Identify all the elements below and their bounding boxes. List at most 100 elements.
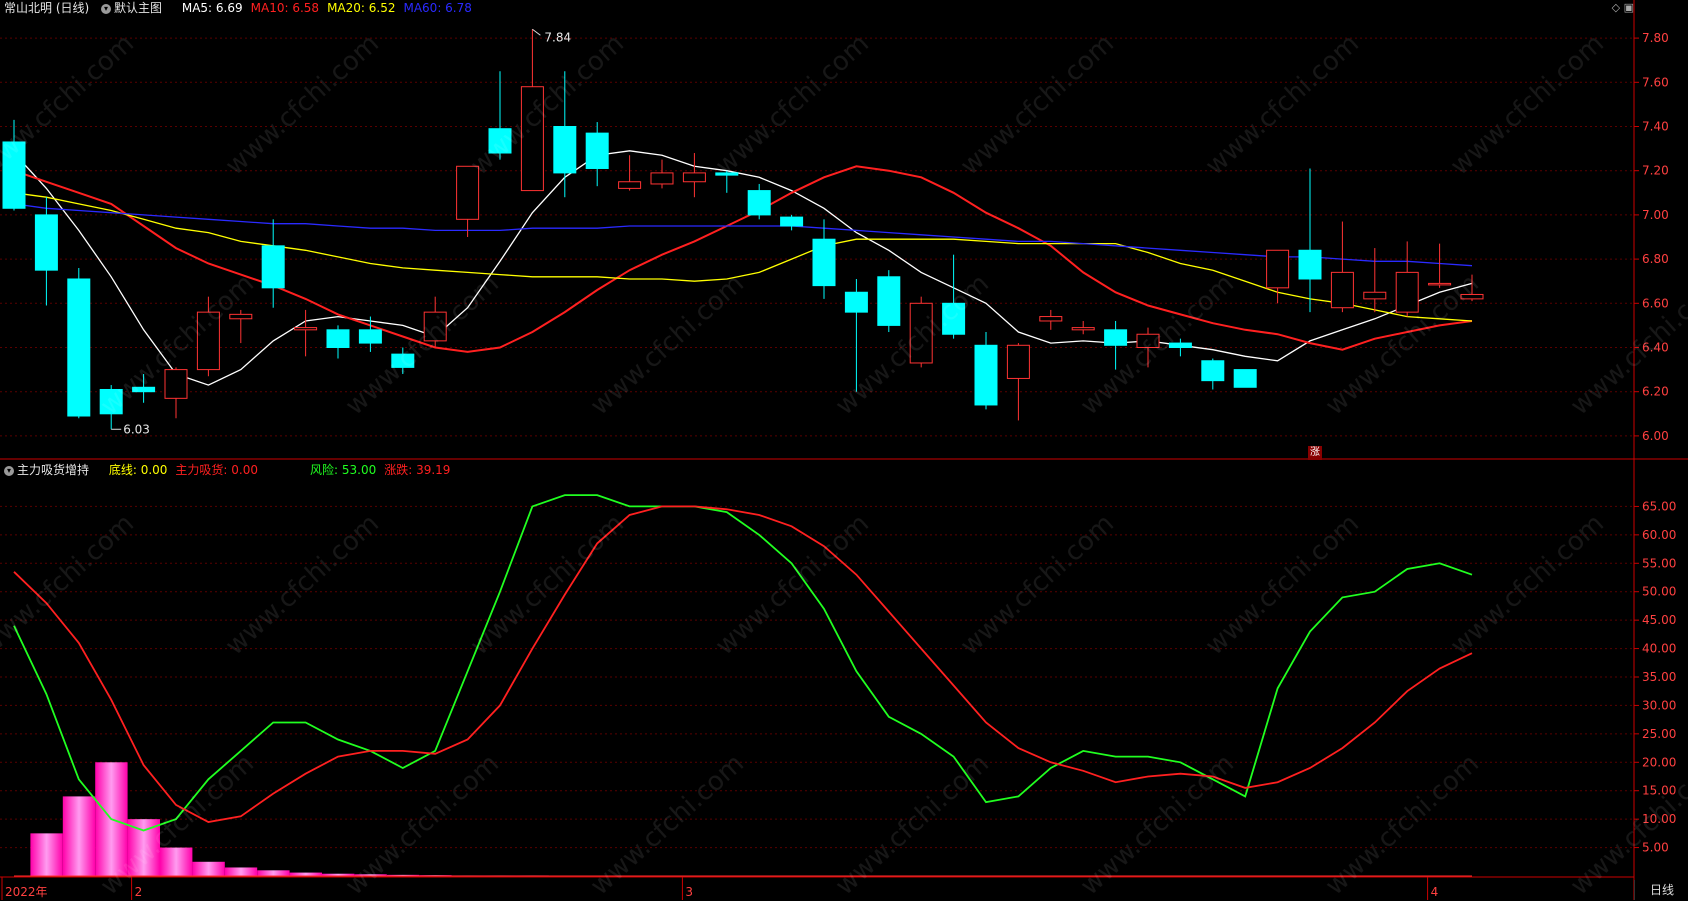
indicator-tick-label: 40.00	[1642, 642, 1676, 656]
candle	[877, 270, 901, 333]
low-price-label: 6.03	[123, 422, 150, 436]
candle-body	[488, 128, 512, 154]
indicator-axis: 5.00 10.00 15.00 20.00 25.00 30.00 35.00 40.00 4…	[1634, 499, 1676, 855]
accumulation-bar	[30, 833, 63, 876]
price-tick-label: 6.60	[1642, 296, 1669, 310]
candle	[261, 219, 285, 308]
candle	[1071, 320, 1095, 335]
candle-body	[909, 302, 933, 364]
candle-body	[358, 329, 382, 344]
candle	[1428, 243, 1452, 288]
price-tick-label: 7.40	[1642, 120, 1669, 134]
ma-legend-item: MA20: 6.52	[327, 1, 396, 15]
ma60-line	[13, 203, 1473, 267]
candle-body	[844, 291, 868, 313]
ma-legend-item: MA10: 6.58	[250, 1, 320, 15]
indicator-tick-label: 55.00	[1642, 556, 1676, 570]
candle-body	[1266, 249, 1290, 289]
accumulation-bar	[224, 867, 258, 876]
window-toggle-icon[interactable]: ▣	[1624, 1, 1634, 14]
price-tick-label: 7.00	[1642, 208, 1669, 222]
candle-body	[1395, 271, 1419, 313]
indicator-name: 主力吸货增持	[17, 463, 90, 477]
accumulation-bars	[14, 762, 1472, 877]
main-chart-header: 常山北明 (日线) ▾ 默认主图 MA5: 6.69 MA10: 6.58 MA20:…	[4, 0, 488, 16]
candle	[1330, 221, 1354, 313]
candle-body	[326, 329, 350, 349]
candle	[456, 165, 480, 237]
date-label: 2	[135, 885, 143, 899]
indicator-legend-item: 涨跌: 39.19	[384, 463, 451, 477]
candle-body	[747, 190, 771, 216]
accumulation-bar	[160, 847, 193, 876]
candle	[553, 71, 577, 198]
candle-body	[1104, 329, 1128, 346]
date-label: 3	[685, 885, 693, 899]
period-tab-daily[interactable]: 日线	[1634, 880, 1688, 900]
candle-body	[1233, 369, 1257, 388]
candle	[942, 254, 966, 339]
price-tick-label: 7.60	[1642, 75, 1669, 89]
candle	[1395, 241, 1419, 317]
template-selector[interactable]: ▾ 默认主图	[101, 1, 170, 15]
candle	[1363, 248, 1387, 313]
template-label: 默认主图	[114, 1, 163, 15]
candle	[326, 325, 350, 359]
indicator-tick-label: 25.00	[1642, 727, 1676, 741]
candle-body	[1039, 316, 1063, 322]
indicator-line	[13, 494, 1473, 832]
candle	[974, 332, 998, 410]
ma-legend-item: MA5: 6.69	[181, 1, 243, 15]
indicator-tick-label: 30.00	[1642, 698, 1676, 712]
candle	[164, 367, 188, 419]
candle-body	[1006, 344, 1030, 379]
panel-controls: ◇ ▣	[1612, 1, 1634, 14]
candle-body	[196, 311, 220, 371]
candle	[294, 309, 318, 357]
indicator-selector[interactable]: ▾ 主力吸货增持	[4, 463, 97, 477]
candle-body	[261, 245, 285, 289]
date-label: 4	[1431, 885, 1439, 899]
indicator-lines	[13, 494, 1473, 832]
chevron-down-icon[interactable]: ▾	[101, 3, 112, 14]
accumulation-bar	[62, 796, 96, 876]
candle-body	[520, 86, 544, 192]
candle-body	[1298, 249, 1322, 280]
indicator-tick-label: 5.00	[1642, 841, 1669, 855]
candle	[1266, 249, 1290, 304]
candle	[488, 71, 512, 160]
candle-body	[34, 214, 58, 271]
candle	[1104, 320, 1128, 370]
candle-body	[294, 327, 318, 331]
price-tick-label: 6.20	[1642, 385, 1669, 399]
panel-frames	[0, 0, 1688, 900]
main-price-axis: 6.00 6.20 6.40 6.60 6.80 7.00 7.20 7.40 7.60 7.80	[1634, 31, 1669, 443]
indicator-line	[13, 505, 1473, 823]
ma20-line	[13, 192, 1473, 322]
stock-title[interactable]: 常山北明 (日线)	[4, 1, 89, 15]
candle-body	[1330, 271, 1354, 309]
main-panel-grid	[0, 37, 1634, 437]
candle-body	[682, 172, 706, 183]
candle	[99, 385, 123, 430]
ma-legend: MA5: 6.69 MA10: 6.58 MA20: 6.52 MA60: 6.78	[182, 1, 480, 15]
candle-body	[812, 238, 836, 287]
candle-body	[1460, 293, 1484, 300]
candle	[34, 197, 58, 306]
candle-body	[132, 386, 156, 393]
candle-body	[1136, 333, 1160, 348]
moving-average-lines	[13, 150, 1473, 386]
accumulation-bar	[192, 861, 225, 876]
price-tick-label: 7.80	[1642, 31, 1669, 45]
indicator-tick-label: 65.00	[1642, 499, 1676, 513]
candle	[391, 347, 415, 375]
candle	[1201, 358, 1225, 390]
indicator-header: ▾ 主力吸货增持 底线: 0.00 主力吸货: 0.00 风险: 53.00 涨跌: 3…	[4, 462, 466, 478]
candle	[229, 309, 253, 344]
candle-body	[164, 369, 188, 399]
chevron-down-icon[interactable]: ▾	[4, 465, 14, 476]
kline-chart[interactable]: 6.00 6.20 6.40 6.60 6.80 7.00 7.20 7.40 7.60 7.80…	[0, 0, 1688, 900]
diamond-icon[interactable]: ◇	[1612, 1, 1620, 14]
candle	[682, 153, 706, 198]
candle	[520, 29, 544, 192]
